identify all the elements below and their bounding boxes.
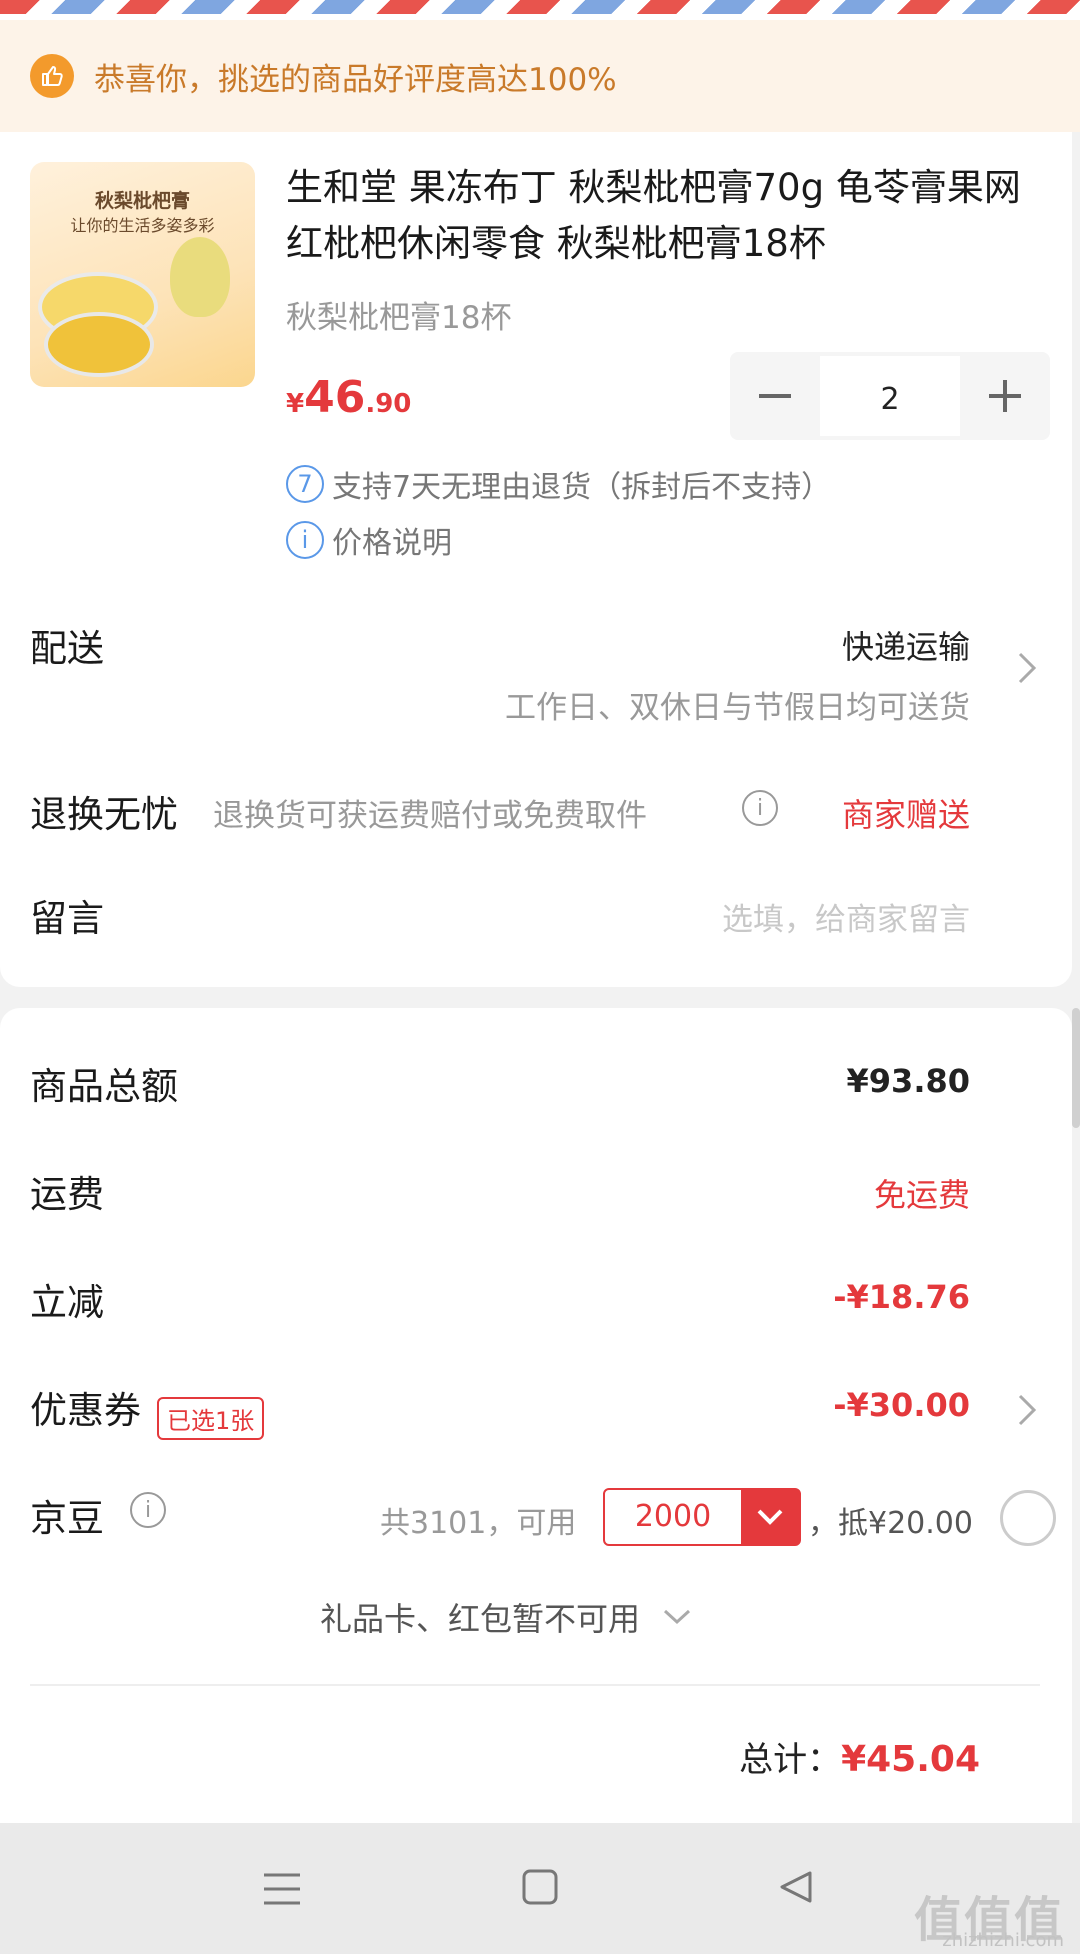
returns-row[interactable]: 退换无忧 退换货可获运费赔付或免费取件 i 商家赠送 bbox=[30, 784, 1040, 844]
menu-icon bbox=[264, 1873, 300, 1905]
plus-button[interactable] bbox=[960, 352, 1050, 440]
price-symbol: ¥ bbox=[286, 389, 305, 419]
delivery-row[interactable]: 配送 快递运输 工作日、双休日与节假日均可送货 bbox=[30, 618, 1040, 738]
message-row[interactable]: 留言 选填，给商家留言 bbox=[30, 888, 1040, 948]
menu-button[interactable] bbox=[262, 1869, 302, 1913]
product-variant[interactable]: 秋梨枇杷膏18杯 bbox=[286, 292, 511, 337]
info-icon: i bbox=[286, 521, 324, 559]
back-button[interactable] bbox=[776, 1867, 816, 1911]
product-image-line2: 让你的生活多姿多彩 bbox=[70, 216, 215, 235]
scrollbar[interactable] bbox=[1072, 1008, 1080, 1128]
divider bbox=[30, 1684, 1040, 1686]
info-icon[interactable]: i bbox=[130, 1492, 166, 1528]
coupon-row[interactable]: 优惠券 已选1张 -¥30.00 bbox=[30, 1380, 1040, 1440]
shipping-row: 运费 免运费 bbox=[30, 1164, 1040, 1224]
return-policy-text: 支持7天无理由退货（拆封后不支持） bbox=[332, 470, 832, 505]
jd-beans-total: 共3101，可用 bbox=[380, 1506, 577, 1541]
message-input[interactable]: 选填，给商家留言 bbox=[722, 894, 970, 939]
price-explanation[interactable]: i 价格说明 bbox=[286, 518, 452, 562]
back-icon bbox=[780, 1871, 812, 1903]
jelly-cup-illustration bbox=[44, 312, 154, 377]
praise-banner: 恭喜你，挑选的商品好评度高达100% bbox=[0, 20, 1080, 132]
gift-card-text: 礼品卡、红包暂不可用 bbox=[320, 1600, 641, 1638]
coupon-label: 优惠券 bbox=[30, 1389, 141, 1432]
price-explanation-text: 价格说明 bbox=[332, 526, 452, 561]
seven-day-icon: 7 bbox=[286, 465, 324, 503]
product-card: 秋梨枇杷膏 让你的生活多姿多彩 生和堂 果冻布丁 秋梨枇杷膏70g 龟苓膏果网红… bbox=[0, 132, 1072, 987]
discount-value: -¥18.76 bbox=[833, 1278, 970, 1316]
price-integer: 46 bbox=[304, 372, 366, 423]
total-label: 总计： bbox=[739, 1740, 842, 1780]
delivery-label: 配送 bbox=[30, 627, 104, 670]
price-decimal: .90 bbox=[365, 389, 412, 419]
product-image[interactable]: 秋梨枇杷膏 让你的生活多姿多彩 bbox=[30, 162, 255, 387]
returns-label: 退换无忧 bbox=[30, 793, 178, 836]
goods-total-row: 商品总额 ¥93.80 bbox=[30, 1056, 1040, 1116]
returns-desc: 退换货可获运费赔付或免费取件 bbox=[213, 798, 647, 834]
gift-card-toggle[interactable]: 礼品卡、红包暂不可用 bbox=[320, 1594, 692, 1640]
shipping-label: 运费 bbox=[30, 1173, 104, 1216]
goods-total-value: ¥93.80 bbox=[846, 1062, 970, 1100]
chevron-right-icon bbox=[1016, 1390, 1040, 1440]
jd-beans-offset: ，抵¥20.00 bbox=[808, 1506, 973, 1541]
chevron-down-icon bbox=[741, 1490, 799, 1544]
goods-total-label: 商品总额 bbox=[30, 1065, 178, 1108]
minus-button[interactable] bbox=[730, 352, 820, 440]
minus-icon bbox=[759, 394, 791, 398]
shipping-value: 免运费 bbox=[873, 1176, 970, 1214]
praise-banner-text: 恭喜你，挑选的商品好评度高达100% bbox=[94, 61, 617, 98]
delivery-method: 快递运输 bbox=[841, 628, 970, 666]
discount-row: 立减 -¥18.76 bbox=[30, 1272, 1040, 1332]
info-icon[interactable]: i bbox=[742, 790, 778, 826]
delivery-note: 工作日、双休日与节假日均可送货 bbox=[505, 690, 970, 726]
returns-value: 商家赠送 bbox=[841, 796, 970, 834]
quantity-stepper: 2 bbox=[730, 352, 1050, 440]
jd-beans-row: 京豆 i 共3101，可用 ，抵¥20.00 bbox=[30, 1488, 1040, 1548]
order-total: 总计： ¥45.04 bbox=[739, 1732, 980, 1781]
home-icon bbox=[522, 1869, 558, 1905]
message-label: 留言 bbox=[30, 897, 104, 940]
return-policy[interactable]: 7 支持7天无理由退货（拆封后不支持） bbox=[286, 462, 831, 506]
quantity-value[interactable]: 2 bbox=[820, 356, 960, 436]
product-price: ¥46.90 bbox=[286, 372, 411, 423]
home-button[interactable] bbox=[520, 1867, 560, 1911]
chevron-down-icon bbox=[664, 1609, 691, 1625]
product-image-line1: 秋梨枇杷膏 bbox=[94, 190, 190, 212]
chevron-right-icon bbox=[1016, 648, 1040, 698]
coupon-value: -¥30.00 bbox=[833, 1386, 970, 1424]
jd-beans-selected: 2000 bbox=[634, 1499, 712, 1534]
jd-beans-radio[interactable] bbox=[1000, 1490, 1056, 1546]
thumbs-up-icon bbox=[30, 54, 74, 98]
discount-label: 立减 bbox=[30, 1281, 104, 1324]
product-title[interactable]: 生和堂 果冻布丁 秋梨枇杷膏70g 龟苓膏果网红枇杷休闲零食 秋梨枇杷膏18杯 bbox=[286, 160, 1046, 272]
total-value: ¥45.04 bbox=[841, 1739, 980, 1780]
coupon-badge: 已选1张 bbox=[157, 1397, 265, 1440]
coupon-label-group: 优惠券 已选1张 bbox=[30, 1380, 265, 1440]
jd-beans-select[interactable]: 2000 bbox=[603, 1488, 801, 1546]
jd-beans-label: 京豆 bbox=[30, 1497, 104, 1540]
pear-illustration bbox=[170, 237, 230, 317]
watermark-url: zhizhizhi.com bbox=[942, 1930, 1064, 1951]
plus-icon bbox=[989, 380, 1021, 412]
